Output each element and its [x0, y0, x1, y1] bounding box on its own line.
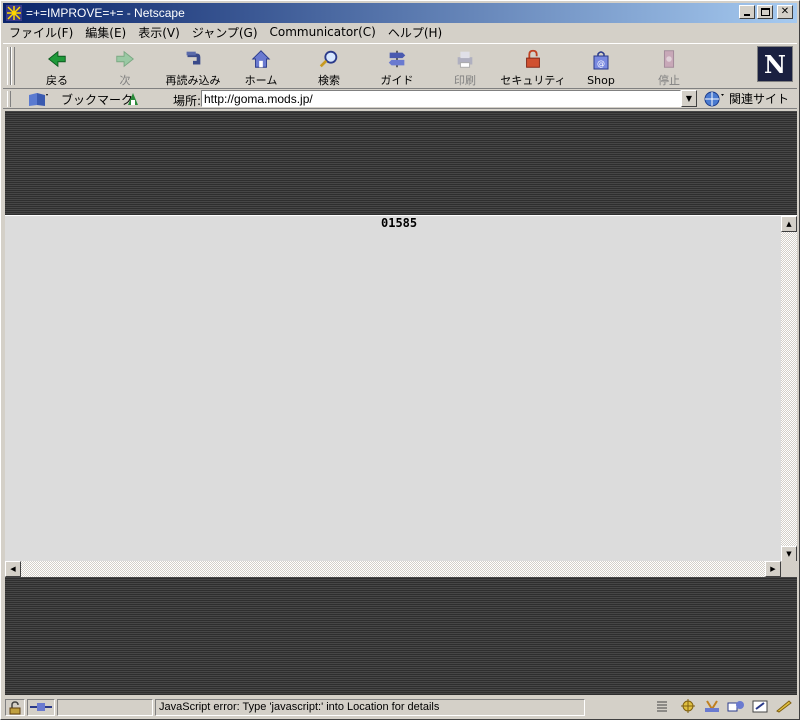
forward-label: 次	[119, 74, 131, 87]
menu-view[interactable]: 表示(V)	[138, 24, 180, 41]
composer-icon[interactable]	[751, 699, 769, 715]
top-striped-banner	[5, 111, 797, 215]
forward-button[interactable]: 次	[95, 48, 155, 88]
bookmarks-button[interactable]: ブックマーク	[61, 91, 133, 108]
status-message: JavaScript error: Type 'javascript:' int…	[159, 701, 440, 713]
stop-icon	[663, 50, 675, 68]
stop-button[interactable]: 停止	[639, 48, 699, 88]
menu-communicator[interactable]: Communicator(C)	[270, 25, 376, 39]
bottom-striped-banner	[5, 577, 797, 695]
menu-edit[interactable]: 編集(E)	[85, 24, 126, 41]
inner-frame: 01585 ▲ ▼ ◀ ▶	[5, 215, 797, 577]
window-title: =+=IMPROVE=+= - Netscape	[26, 6, 185, 20]
status-bar: JavaScript error: Type 'javascript:' int…	[3, 697, 797, 717]
title-bar[interactable]: =+=IMPROVE=+= - Netscape ✕	[3, 3, 797, 23]
search-label: 検索	[318, 74, 340, 87]
menu-bar: ファイル(F) 編集(E) 表示(V) ジャンプ(G) Communicator…	[3, 23, 797, 41]
bookmark-book-icon[interactable]	[27, 91, 49, 107]
maximize-button[interactable]	[757, 5, 773, 19]
back-arrow-icon	[48, 50, 66, 68]
scroll-right-button[interactable]: ▶	[765, 561, 781, 577]
location-label: 場所:	[173, 94, 202, 108]
stop-label: 停止	[658, 74, 680, 87]
back-button[interactable]: 戻る	[27, 48, 87, 88]
connection-status-cell	[27, 699, 55, 716]
reload-button[interactable]: 再読み込み	[163, 48, 223, 88]
print-label: 印刷	[454, 74, 476, 87]
menu-help[interactable]: ヘルプ(H)	[388, 24, 442, 41]
related-sites-button[interactable]: 関連サイト	[703, 90, 789, 107]
related-globe-icon	[704, 91, 724, 106]
guide-button[interactable]: ガイド	[367, 48, 427, 88]
shop-button[interactable]: @ Shop	[571, 48, 631, 88]
edit-page-icon[interactable]	[775, 699, 793, 715]
home-button[interactable]: ホーム	[231, 48, 291, 88]
scroll-left-button[interactable]: ◀	[5, 561, 21, 577]
navigation-toolbar: 戻る 次 再読み込み ホーム 検索 ガイド 印刷 セキュリティ @ Shop 停…	[3, 43, 797, 89]
home-icon	[251, 50, 271, 68]
component-bar-menu-icon[interactable]	[655, 699, 673, 715]
menu-file[interactable]: ファイル(F)	[9, 24, 73, 41]
security-label: セキュリティ	[500, 74, 566, 87]
security-status-cell[interactable]	[5, 699, 25, 716]
shop-label: Shop	[587, 74, 615, 87]
connection-plug-icon	[30, 703, 52, 711]
scrollbar-corner	[781, 561, 797, 577]
browser-window: =+=IMPROVE=+= - Netscape ✕ ファイル(F) 編集(E)…	[0, 0, 800, 720]
progress-cell	[57, 699, 153, 716]
navigator-icon[interactable]	[679, 699, 697, 715]
netscape-logo-letter: N	[764, 49, 786, 79]
printer-icon	[457, 51, 473, 68]
svg-text:@: @	[597, 59, 605, 68]
status-lock-icon	[9, 701, 21, 715]
visitor-counter: 01585	[381, 216, 418, 230]
search-button[interactable]: 検索	[299, 48, 359, 88]
netscape-logo[interactable]: N	[757, 46, 793, 82]
print-button[interactable]: 印刷	[435, 48, 495, 88]
close-button[interactable]: ✕	[777, 5, 793, 19]
mail-icon[interactable]	[703, 699, 721, 715]
back-label: 戻る	[46, 74, 68, 87]
location-grip[interactable]	[7, 91, 11, 107]
scroll-down-button[interactable]: ▼	[781, 546, 797, 562]
home-label: ホーム	[244, 74, 278, 87]
location-toolbar: ブックマーク 場所: ▼ 関連サイト	[3, 89, 797, 109]
guide-label: ガイド	[380, 74, 414, 87]
toolbar-grip-2[interactable]	[11, 47, 15, 85]
security-button[interactable]: セキュリティ	[500, 48, 566, 88]
newsgroups-icon[interactable]	[727, 699, 745, 715]
minimize-button[interactable]	[739, 5, 755, 19]
menu-jump[interactable]: ジャンプ(G)	[192, 24, 258, 41]
reload-icon	[186, 51, 201, 65]
related-sites-label: 関連サイト	[729, 92, 790, 106]
location-input[interactable]	[201, 90, 681, 107]
padlock-icon	[526, 49, 540, 68]
page-content: 01585 ▲ ▼ ◀ ▶	[5, 111, 797, 695]
scroll-up-button[interactable]: ▲	[781, 216, 797, 232]
horizontal-scrollbar[interactable]: ◀ ▶	[5, 561, 781, 577]
shopping-bag-icon: @	[593, 51, 609, 70]
search-icon	[319, 50, 338, 68]
location-dropdown-button[interactable]: ▼	[681, 90, 697, 107]
vertical-scrollbar[interactable]: ▲ ▼	[781, 216, 797, 562]
guide-signpost-icon	[388, 50, 406, 68]
forward-arrow-icon	[116, 50, 134, 68]
page-proxy-icon[interactable]	[125, 91, 141, 107]
netscape-app-icon	[6, 5, 22, 21]
reload-label: 再読み込み	[165, 74, 221, 87]
